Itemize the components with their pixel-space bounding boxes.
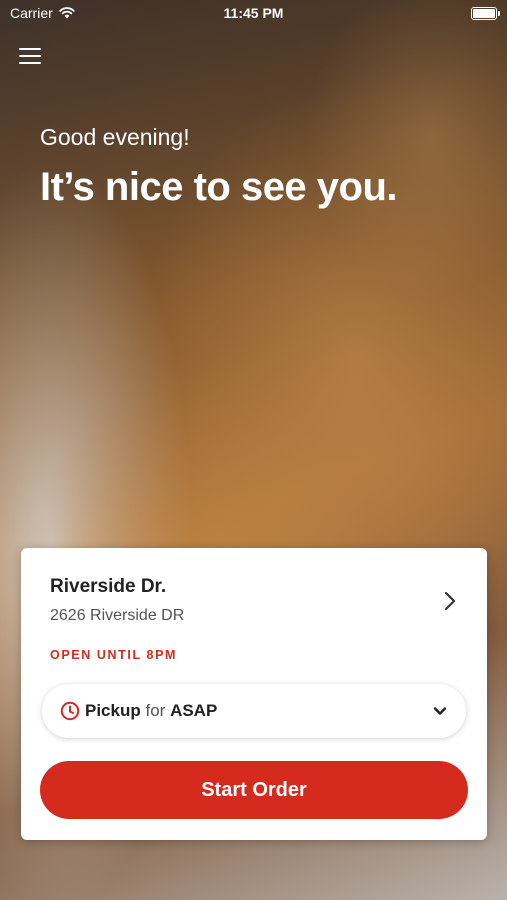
store-hours-badge: OPEN UNTIL 8PM [50, 648, 178, 662]
pickup-time-selector[interactable]: Pickup for ASAP [42, 684, 466, 738]
clock-icon [60, 701, 80, 721]
status-time: 11:45 PM [223, 5, 284, 21]
chevron-down-icon [433, 707, 447, 715]
greeting-text: Good evening! [40, 124, 190, 150]
store-address[interactable]: 2626 Riverside DR [50, 607, 184, 625]
pickup-label: Pickup for ASAP [85, 701, 217, 721]
store-name[interactable]: Riverside Dr. [50, 576, 166, 598]
pickup-for: for [145, 701, 166, 720]
status-bar: Carrier 11:45 PM [0, 0, 507, 28]
start-order-button[interactable]: Start Order [40, 761, 468, 819]
pickup-time: ASAP [170, 701, 218, 720]
menu-icon[interactable] [19, 48, 41, 68]
store-card: Riverside Dr. 2626 Riverside DR OPEN UNT… [21, 548, 487, 840]
chevron-right-icon[interactable] [439, 589, 461, 613]
headline-text: It’s nice to see you. [40, 165, 398, 209]
battery-icon [471, 7, 500, 20]
pickup-mode: Pickup [85, 701, 141, 720]
